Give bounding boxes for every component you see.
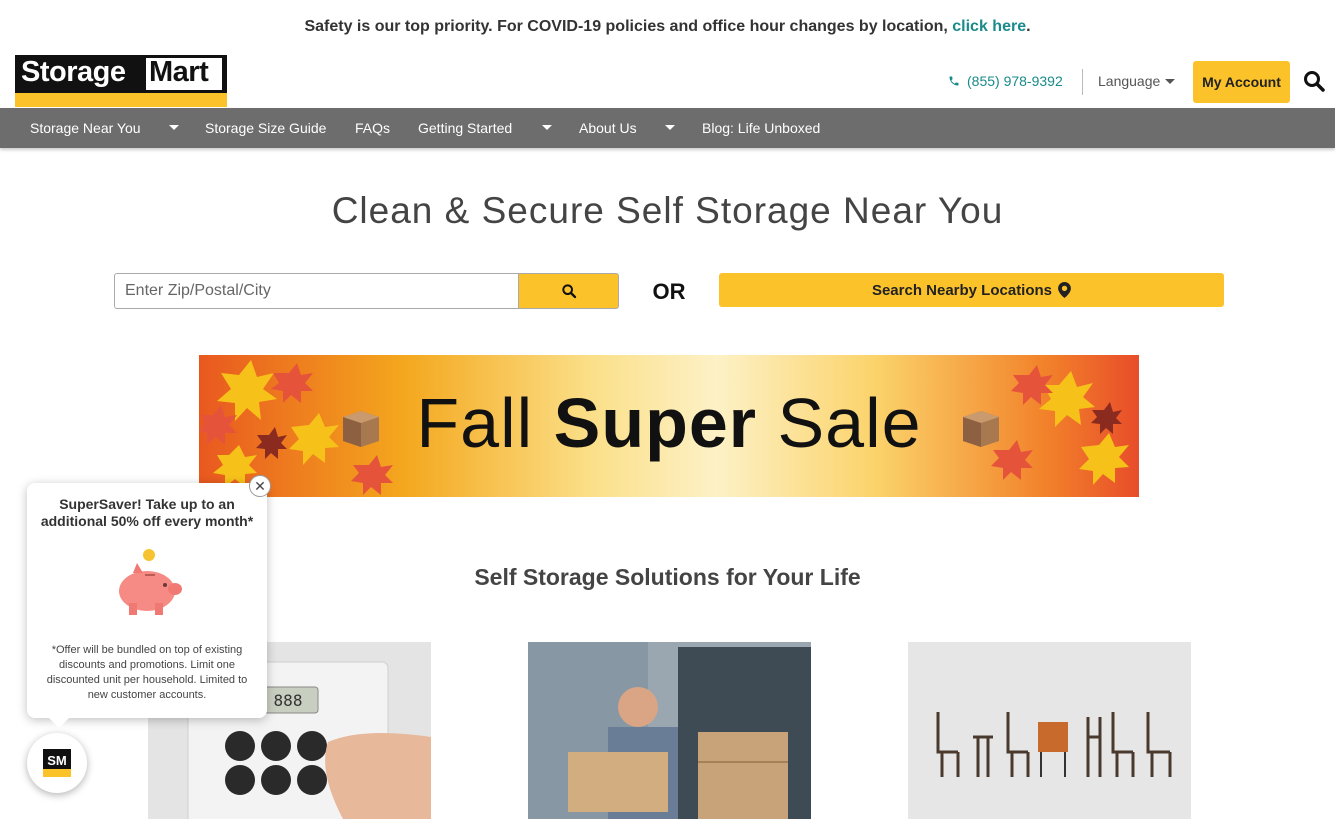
nav-item-blog[interactable]: Blog: Life Unboxed bbox=[702, 108, 820, 148]
zip-search-input[interactable] bbox=[114, 273, 519, 309]
storagemart-mini-logo-icon: SM bbox=[43, 749, 71, 777]
svg-text:SM: SM bbox=[47, 753, 67, 768]
phone-icon bbox=[949, 76, 959, 86]
nav-item-storage-near-you[interactable]: Storage Near You bbox=[30, 108, 141, 148]
hero-title: Clean & Secure Self Storage Near You bbox=[331, 190, 1004, 231]
search-icon bbox=[561, 284, 576, 299]
logo-text-mart: Mart bbox=[149, 56, 209, 88]
announcement-suffix: . bbox=[1026, 18, 1031, 35]
chat-launcher-button[interactable]: SM bbox=[27, 733, 87, 793]
header-divider bbox=[1082, 69, 1083, 95]
card-furniture[interactable] bbox=[908, 642, 1191, 819]
my-account-button[interactable]: My Account bbox=[1193, 61, 1290, 103]
announcement-text: Safety is our top priority. For COVID-19… bbox=[304, 18, 953, 35]
row-of-chairs-image bbox=[908, 642, 1191, 819]
nav-item-getting-started[interactable]: Getting Started bbox=[418, 108, 512, 148]
phone-link[interactable]: (855) 978-9392 bbox=[948, 70, 1063, 92]
announcement-bar: Safety is our top priority. For COVID-19… bbox=[0, 0, 1335, 54]
popup-title: SuperSaver! Take up to an additional 50%… bbox=[40, 496, 254, 529]
or-separator: OR bbox=[652, 279, 686, 304]
card-moving[interactable] bbox=[528, 642, 811, 819]
caret-down-icon[interactable] bbox=[665, 125, 675, 130]
nav-item-storage-size-guide[interactable]: Storage Size Guide bbox=[205, 108, 326, 148]
nav-item-about-us[interactable]: About Us bbox=[579, 108, 637, 148]
search-nearby-label: Search Nearby Locations bbox=[871, 281, 1053, 299]
supersaver-popup: SuperSaver! Take up to an additional 50%… bbox=[27, 483, 267, 728]
search-icon[interactable] bbox=[1302, 69, 1326, 93]
svg-text:888: 888 bbox=[274, 691, 303, 710]
banner-headline: Fall Super Sale bbox=[416, 384, 922, 462]
caret-down-icon[interactable] bbox=[169, 125, 179, 130]
man-carrying-box-image bbox=[528, 642, 811, 819]
main-nav: Storage Near You Storage Size Guide FAQs… bbox=[0, 108, 1335, 148]
caret-down-icon[interactable] bbox=[542, 125, 552, 130]
logo-text-storage: Storage bbox=[21, 56, 126, 88]
close-icon[interactable]: ✕ bbox=[249, 475, 271, 497]
covid-policy-link[interactable]: click here bbox=[952, 18, 1026, 35]
language-label: Language bbox=[1098, 73, 1161, 89]
language-selector[interactable]: Language bbox=[1098, 70, 1176, 92]
piggy-bank-icon bbox=[119, 549, 182, 615]
search-nearby-button[interactable]: Search Nearby Locations bbox=[719, 273, 1224, 307]
fall-super-sale-banner[interactable]: Fall Super Sale bbox=[199, 355, 1139, 497]
storagemart-logo[interactable]: Storage Mart bbox=[15, 55, 227, 107]
caret-down-icon bbox=[1165, 78, 1176, 84]
nav-item-faqs[interactable]: FAQs bbox=[355, 108, 390, 148]
map-pin-icon bbox=[1058, 282, 1071, 298]
phone-number: (855) 978-9392 bbox=[967, 73, 1063, 89]
zip-search-button[interactable] bbox=[518, 273, 619, 309]
popup-disclaimer: *Offer will be bundled on top of existin… bbox=[46, 644, 248, 701]
